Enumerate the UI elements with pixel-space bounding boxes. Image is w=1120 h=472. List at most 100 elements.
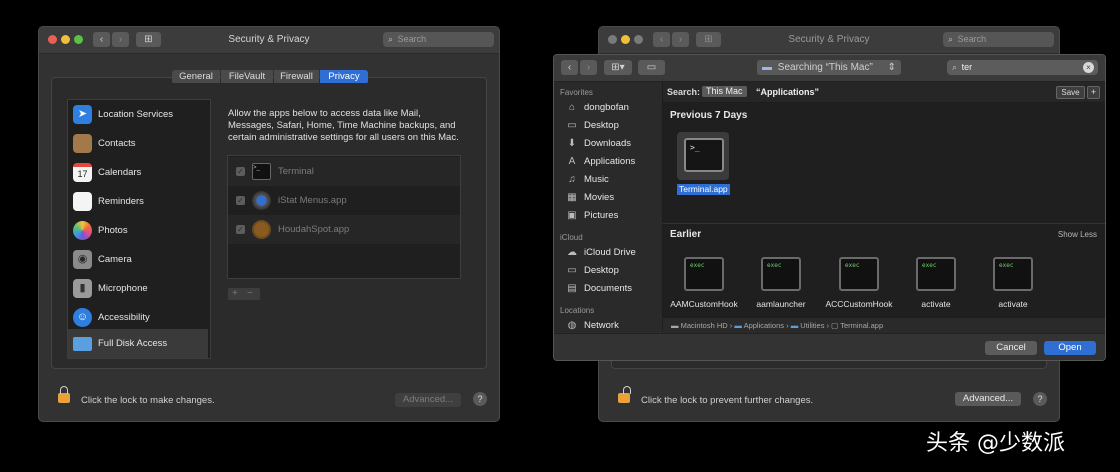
path-item[interactable]: Terminal.app [840,321,883,330]
sidebar-item-icloud-drive[interactable]: ☁ iCloud Drive [564,244,660,262]
minimize-button[interactable] [61,35,70,44]
reminders-list-icon [73,192,92,211]
section-header-earlier: Earlier [670,229,702,240]
close-button[interactable] [608,35,617,44]
home-icon: ⌂ [568,102,576,113]
list-item[interactable]: ✓ HoudahSpot.app [228,215,460,244]
microphone-icon: ▮ [73,279,92,298]
search-field[interactable]: ⌕ Search [383,32,494,47]
sidebar-item-documents[interactable]: ▤ Documents [564,280,660,298]
forward-button[interactable]: › [672,32,689,47]
remove-button[interactable]: − [247,288,253,300]
add-criteria-button[interactable]: + [1087,86,1100,99]
sidebar-item-photos[interactable]: Photos [68,216,208,245]
folder-icon: ▭ [646,62,657,73]
search-icon: ⌕ [948,34,954,44]
checkbox[interactable]: ✓ [236,196,245,205]
exec-icon: exec [916,257,956,291]
show-all-grid-button[interactable]: ⊞ [136,32,161,47]
add-button[interactable]: + [232,288,238,300]
back-button[interactable]: ‹ [93,32,110,47]
sidebar-item-contacts[interactable]: Contacts [68,129,208,158]
folder-icon: ▬ [734,321,742,330]
file-item-terminal[interactable]: >_ Terminal.app [672,132,734,195]
sidebar-item-music[interactable]: ♫ Music [564,171,660,189]
checkbox[interactable]: ✓ [236,225,245,234]
lock-open-icon[interactable] [618,386,631,403]
minimize-button[interactable] [621,35,630,44]
advanced-button[interactable]: Advanced... [955,392,1021,406]
file-item[interactable]: exec activate [976,257,1050,309]
tab-filevault[interactable]: FileVault [221,70,273,83]
sidebar-item-camera[interactable]: ◉ Camera [68,245,208,274]
zoom-button[interactable] [634,35,643,44]
help-button[interactable]: ? [473,392,487,406]
sidebar-item-icloud-desktop[interactable]: ▭ Desktop [564,262,660,280]
path-item[interactable]: Applications [744,321,784,330]
file-item[interactable]: exec aamlauncher [744,257,818,309]
open-button[interactable]: Open [1044,341,1096,355]
forward-button[interactable]: › [580,60,597,75]
help-button[interactable]: ? [1033,392,1047,406]
sidebar-item-label: Reminders [98,196,144,207]
back-button[interactable]: ‹ [653,32,670,47]
view-mode-button[interactable]: ⊞▾ [604,60,632,75]
show-less-button[interactable]: Show Less [1058,230,1097,239]
applications-icon: A [568,156,576,167]
tab-general[interactable]: General [172,70,220,83]
sidebar-item-applications[interactable]: A Applications [564,153,660,171]
privacy-sidebar: ➤ Location Services Contacts 17 Calendar… [67,99,211,359]
sidebar-item-pictures[interactable]: ▣ Pictures [564,207,660,225]
scope-this-mac[interactable]: This Mac [702,86,747,97]
show-all-grid-button[interactable]: ⊞ [696,32,721,47]
sidebar-item-location-services[interactable]: ➤ Location Services [68,100,208,129]
search-input-value: ter [961,62,973,72]
movies-icon: ▦ [567,192,577,203]
group-button[interactable]: ▭ [638,60,665,75]
section-divider [663,223,1105,224]
tab-privacy[interactable]: Privacy [320,70,368,83]
file-item[interactable]: exec ACCCustomHook [822,257,896,309]
sidebar-item-desktop[interactable]: ▭ Desktop [564,117,660,135]
list-item[interactable]: ✓ iStat Menus.app [228,186,460,215]
clear-search-icon[interactable]: × [1083,62,1094,73]
scope-applications[interactable]: “Applications” [756,87,819,97]
sidebar-section-icloud: iCloud [560,233,583,242]
checkbox[interactable]: ✓ [236,167,245,176]
lock-closed-icon[interactable] [58,386,70,403]
search-field[interactable]: ⌕ ter × [947,60,1098,75]
sidebar-item-label: Documents [584,283,633,294]
sidebar-item-downloads[interactable]: ⬇ Downloads [564,135,660,153]
forward-button[interactable]: › [112,32,129,47]
sidebar-item-microphone[interactable]: ▮ Microphone [68,274,208,303]
path-item[interactable]: Macintosh HD [681,321,728,330]
sidebar-item-accessibility[interactable]: ☺ Accessibility [68,303,208,332]
advanced-button[interactable]: Advanced... [395,393,461,407]
sidebar-item-label: Contacts [98,138,136,149]
search-scope-bar: Search: This Mac “Applications” Save + [663,82,1105,103]
sidebar-item-reminders[interactable]: Reminders [68,187,208,216]
save-search-button[interactable]: Save [1056,86,1085,99]
file-name: aamlauncher [756,299,806,309]
exec-label: exec [999,262,1014,269]
zoom-button[interactable] [74,35,83,44]
file-item[interactable]: exec activate [899,257,973,309]
documents-icon: ▤ [567,283,577,294]
sidebar-item-movies[interactable]: ▦ Movies [564,189,660,207]
search-field[interactable]: ⌕ Search [943,32,1054,47]
sidebar-item-label: Desktop [584,120,619,131]
location-popup[interactable]: ▬ Searching “This Mac” ⇕ [757,60,901,75]
close-button[interactable] [48,35,57,44]
tab-firewall[interactable]: Firewall [274,70,319,83]
path-item[interactable]: Utilities [800,321,824,330]
cancel-button[interactable]: Cancel [985,341,1037,355]
sidebar-item-label: Full Disk Access [98,338,168,349]
sidebar-item-full-disk-access[interactable]: Full Disk Access [68,329,208,358]
desktop-icon: ▭ [567,265,577,276]
sidebar-item-dongbofan[interactable]: ⌂ dongbofan [564,99,660,117]
scope-prefix: Search: [667,87,701,97]
file-item[interactable]: exec AAMCustomHook [667,257,741,309]
sidebar-item-calendars[interactable]: 17 Calendars [68,158,208,187]
list-item[interactable]: ✓ >_ Terminal [228,157,460,186]
back-button[interactable]: ‹ [561,60,578,75]
